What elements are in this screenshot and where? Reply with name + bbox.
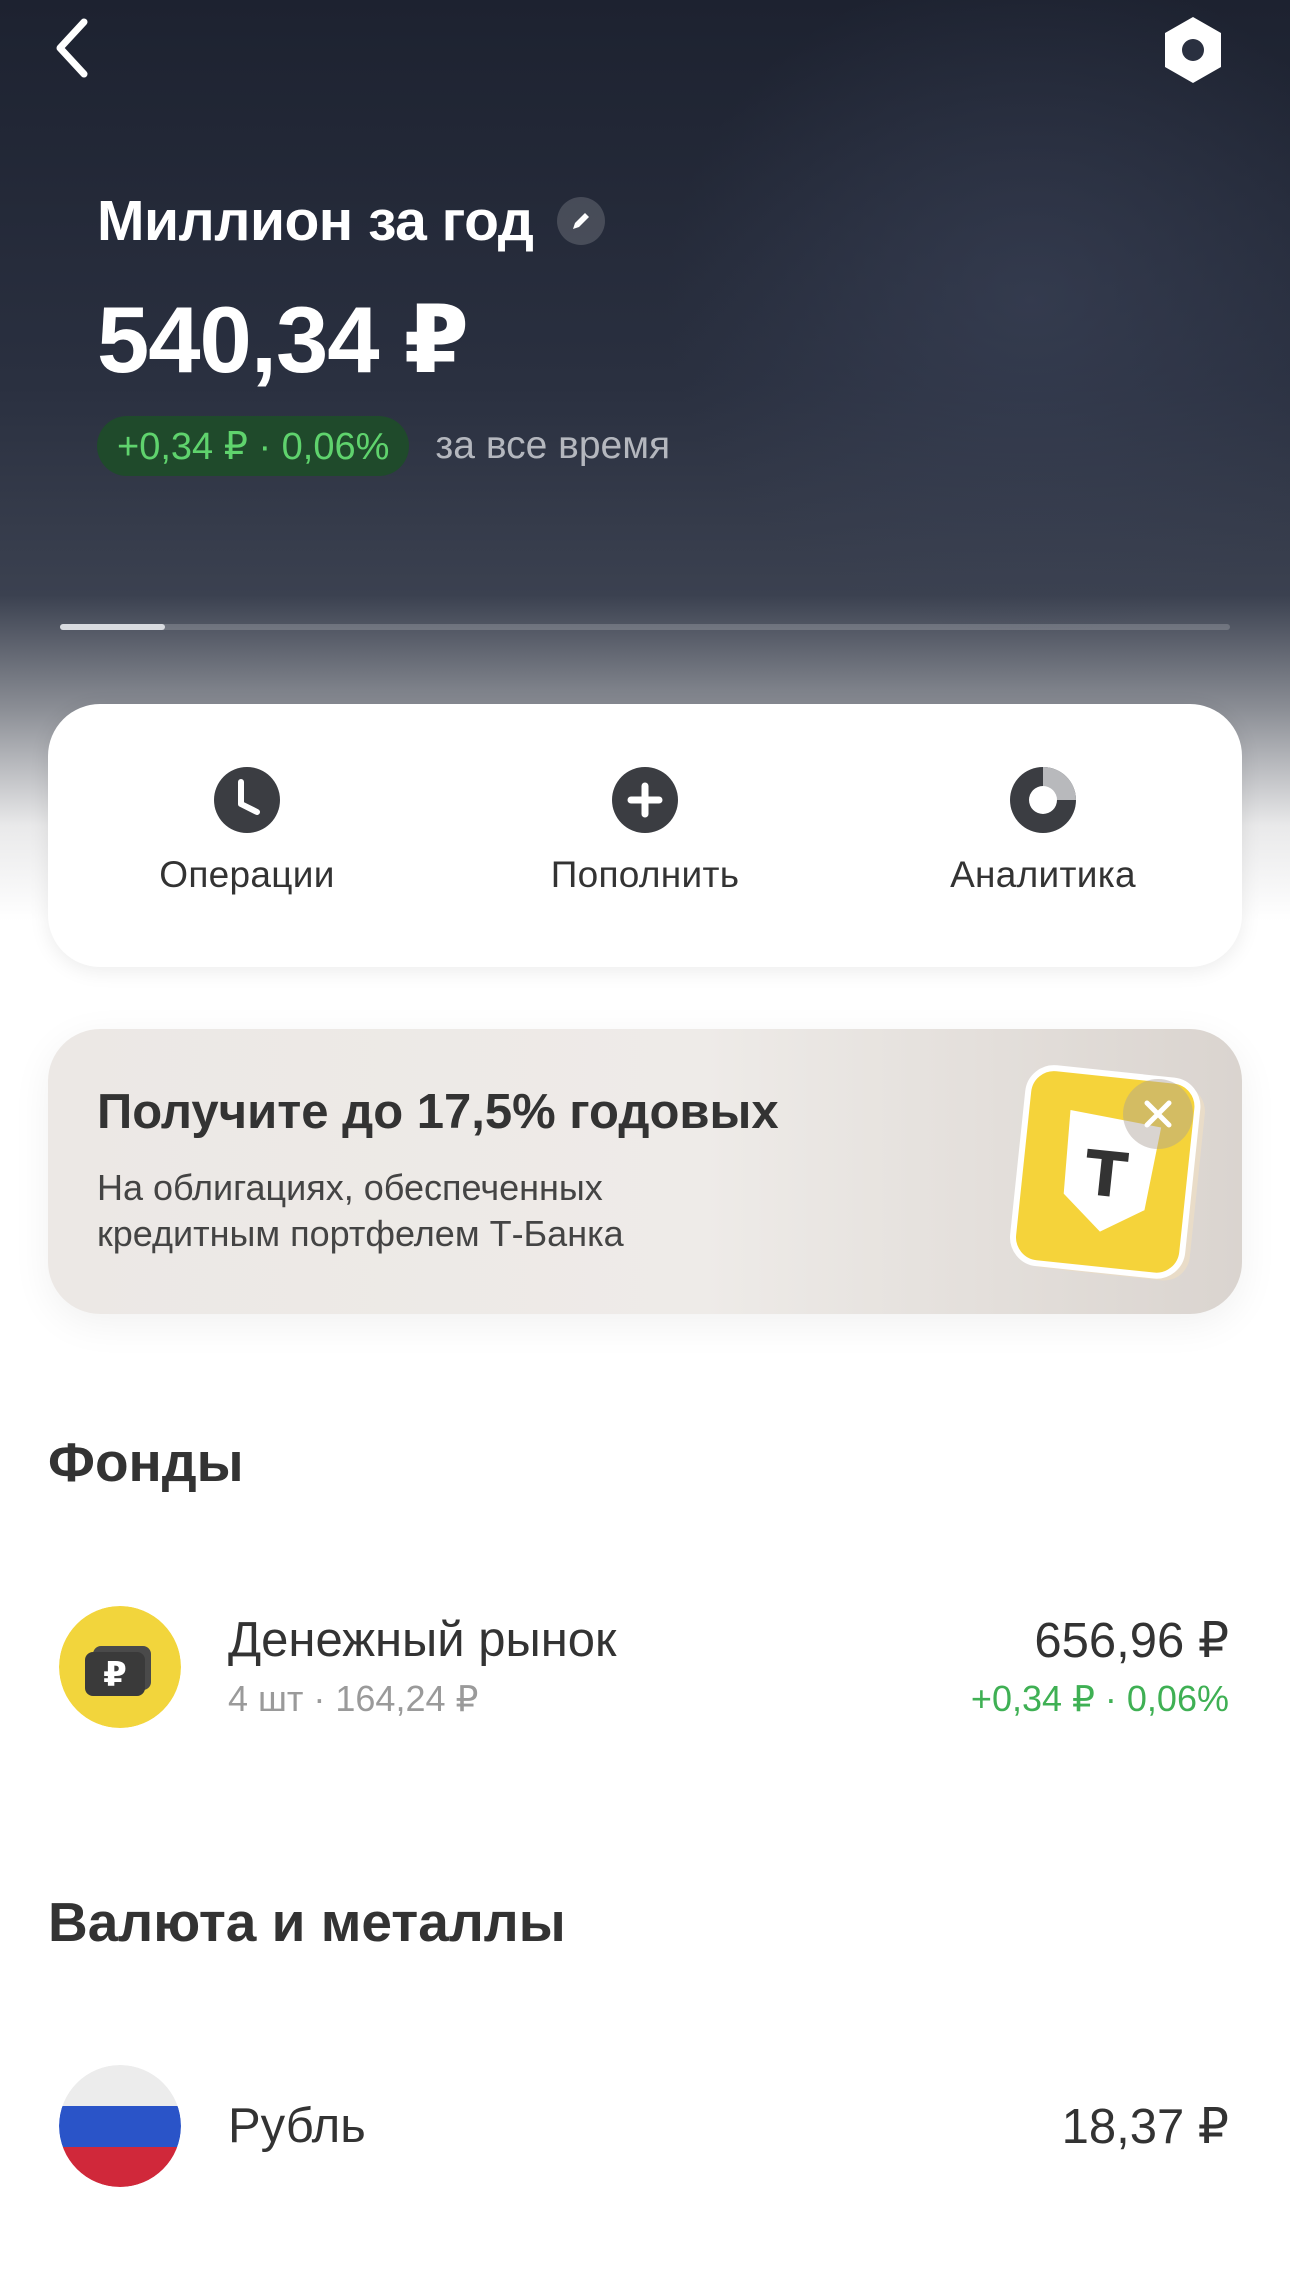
analytics-label: Аналитика: [950, 854, 1136, 895]
close-icon: [1144, 1100, 1172, 1128]
top-up-button[interactable]: Пополнить: [446, 704, 844, 967]
asset-row-ruble[interactable]: Рубль 18,37 ₽: [0, 2062, 1290, 2212]
edit-title-button[interactable]: [557, 197, 606, 245]
badge-letter: T: [1081, 1136, 1131, 1213]
page-indicator-track: [60, 624, 1230, 630]
operations-label: Операции: [159, 854, 335, 895]
asset-name: Денежный рынок: [228, 1613, 617, 1667]
analytics-button[interactable]: Аналитика: [844, 704, 1242, 967]
page-indicator-fill: [60, 624, 166, 630]
promo-card[interactable]: Получите до 17,5% годовых На облигациях,…: [48, 1029, 1242, 1314]
plus-icon: [611, 766, 679, 834]
clock-icon: [213, 766, 281, 834]
portfolio-balance: 540,34 ₽: [97, 287, 469, 392]
yield-period: за все время: [435, 424, 671, 467]
portfolio-title: Миллион за год: [97, 189, 534, 253]
pie-chart-icon: [1009, 766, 1077, 834]
promo-close-button[interactable]: [1123, 1079, 1193, 1149]
asset-quantity-price: 4 шт · 164,24 ₽: [228, 1678, 479, 1719]
back-button[interactable]: [42, 12, 102, 84]
asset-row-money-market[interactable]: ₽ Денежный рынок 4 шт · 164,24 ₽ 656,96 …: [0, 1590, 1290, 1740]
ruble-wallet-icon: ₽: [59, 1606, 181, 1728]
settings-button[interactable]: [1158, 14, 1228, 86]
promo-text-line1: На облигациях, обеспеченных: [97, 1167, 603, 1208]
asset-name: Рубль: [228, 2099, 366, 2153]
yield-row: +0,34 ₽ · 0,06% за все время: [97, 416, 670, 476]
asset-value: 656,96 ₽: [1034, 1614, 1229, 1668]
promo-text-line2: кредитным портфелем Т-Банка: [97, 1213, 624, 1254]
actions-card: Операции Пополнить Аналитика: [48, 704, 1242, 967]
promo-text: На облигациях, обеспеченных кредитным по…: [97, 1165, 797, 1257]
section-title-currency: Валюта и металлы: [48, 1891, 566, 1953]
asset-change: +0,34 ₽ · 0,06%: [970, 1678, 1229, 1719]
pencil-icon: [573, 213, 590, 229]
russia-flag-icon: [59, 2065, 181, 2187]
operations-button[interactable]: Операции: [48, 704, 446, 967]
chevron-left-icon: [56, 18, 88, 78]
yield-badge: +0,34 ₽ · 0,06%: [97, 416, 410, 476]
asset-value: 18,37 ₽: [1061, 2100, 1229, 2154]
section-title-funds: Фонды: [48, 1431, 244, 1493]
hexagon-settings-icon: [1165, 17, 1221, 83]
top-up-label: Пополнить: [550, 854, 740, 895]
promo-title: Получите до 17,5% годовых: [97, 1085, 779, 1139]
svg-text:₽: ₽: [103, 1655, 127, 1695]
portfolio-title-row: Миллион за год: [97, 188, 606, 254]
